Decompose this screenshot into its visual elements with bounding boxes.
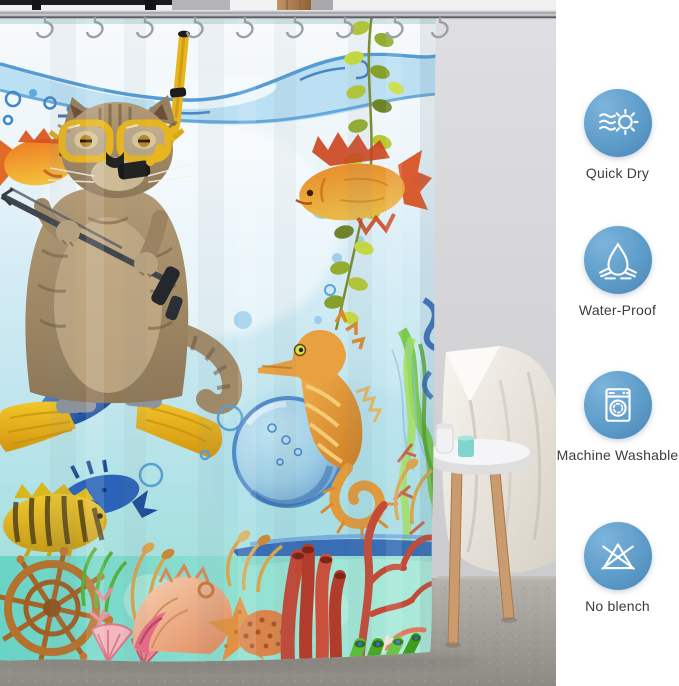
badge-circle <box>584 226 652 294</box>
badge-label: Machine Washable <box>556 447 679 463</box>
shower-rod <box>0 10 556 18</box>
product-photo-illustration <box>0 0 556 686</box>
water-proof-icon <box>597 239 639 281</box>
shower-curtain <box>0 14 450 678</box>
product-listing-image: Quick Dry Water-Proof <box>0 0 679 686</box>
feature-badge-no-bleach: No blench <box>556 522 679 614</box>
quick-dry-icon <box>597 102 639 144</box>
badge-label: Water-Proof <box>556 302 679 318</box>
badge-label: No blench <box>556 598 679 614</box>
machine-washable-icon <box>597 384 639 426</box>
jar <box>436 423 453 453</box>
badge-circle <box>584 371 652 439</box>
feature-badge-water-proof: Water-Proof <box>556 226 679 318</box>
badge-circle <box>584 89 652 157</box>
badge-circle <box>584 522 652 590</box>
badge-label: Quick Dry <box>556 165 679 181</box>
feature-badge-column: Quick Dry Water-Proof <box>556 0 679 686</box>
feature-badge-quick-dry: Quick Dry <box>556 89 679 181</box>
cup <box>458 435 474 457</box>
feature-badge-machine-washable: Machine Washable <box>556 371 679 463</box>
no-bleach-icon <box>597 535 639 577</box>
